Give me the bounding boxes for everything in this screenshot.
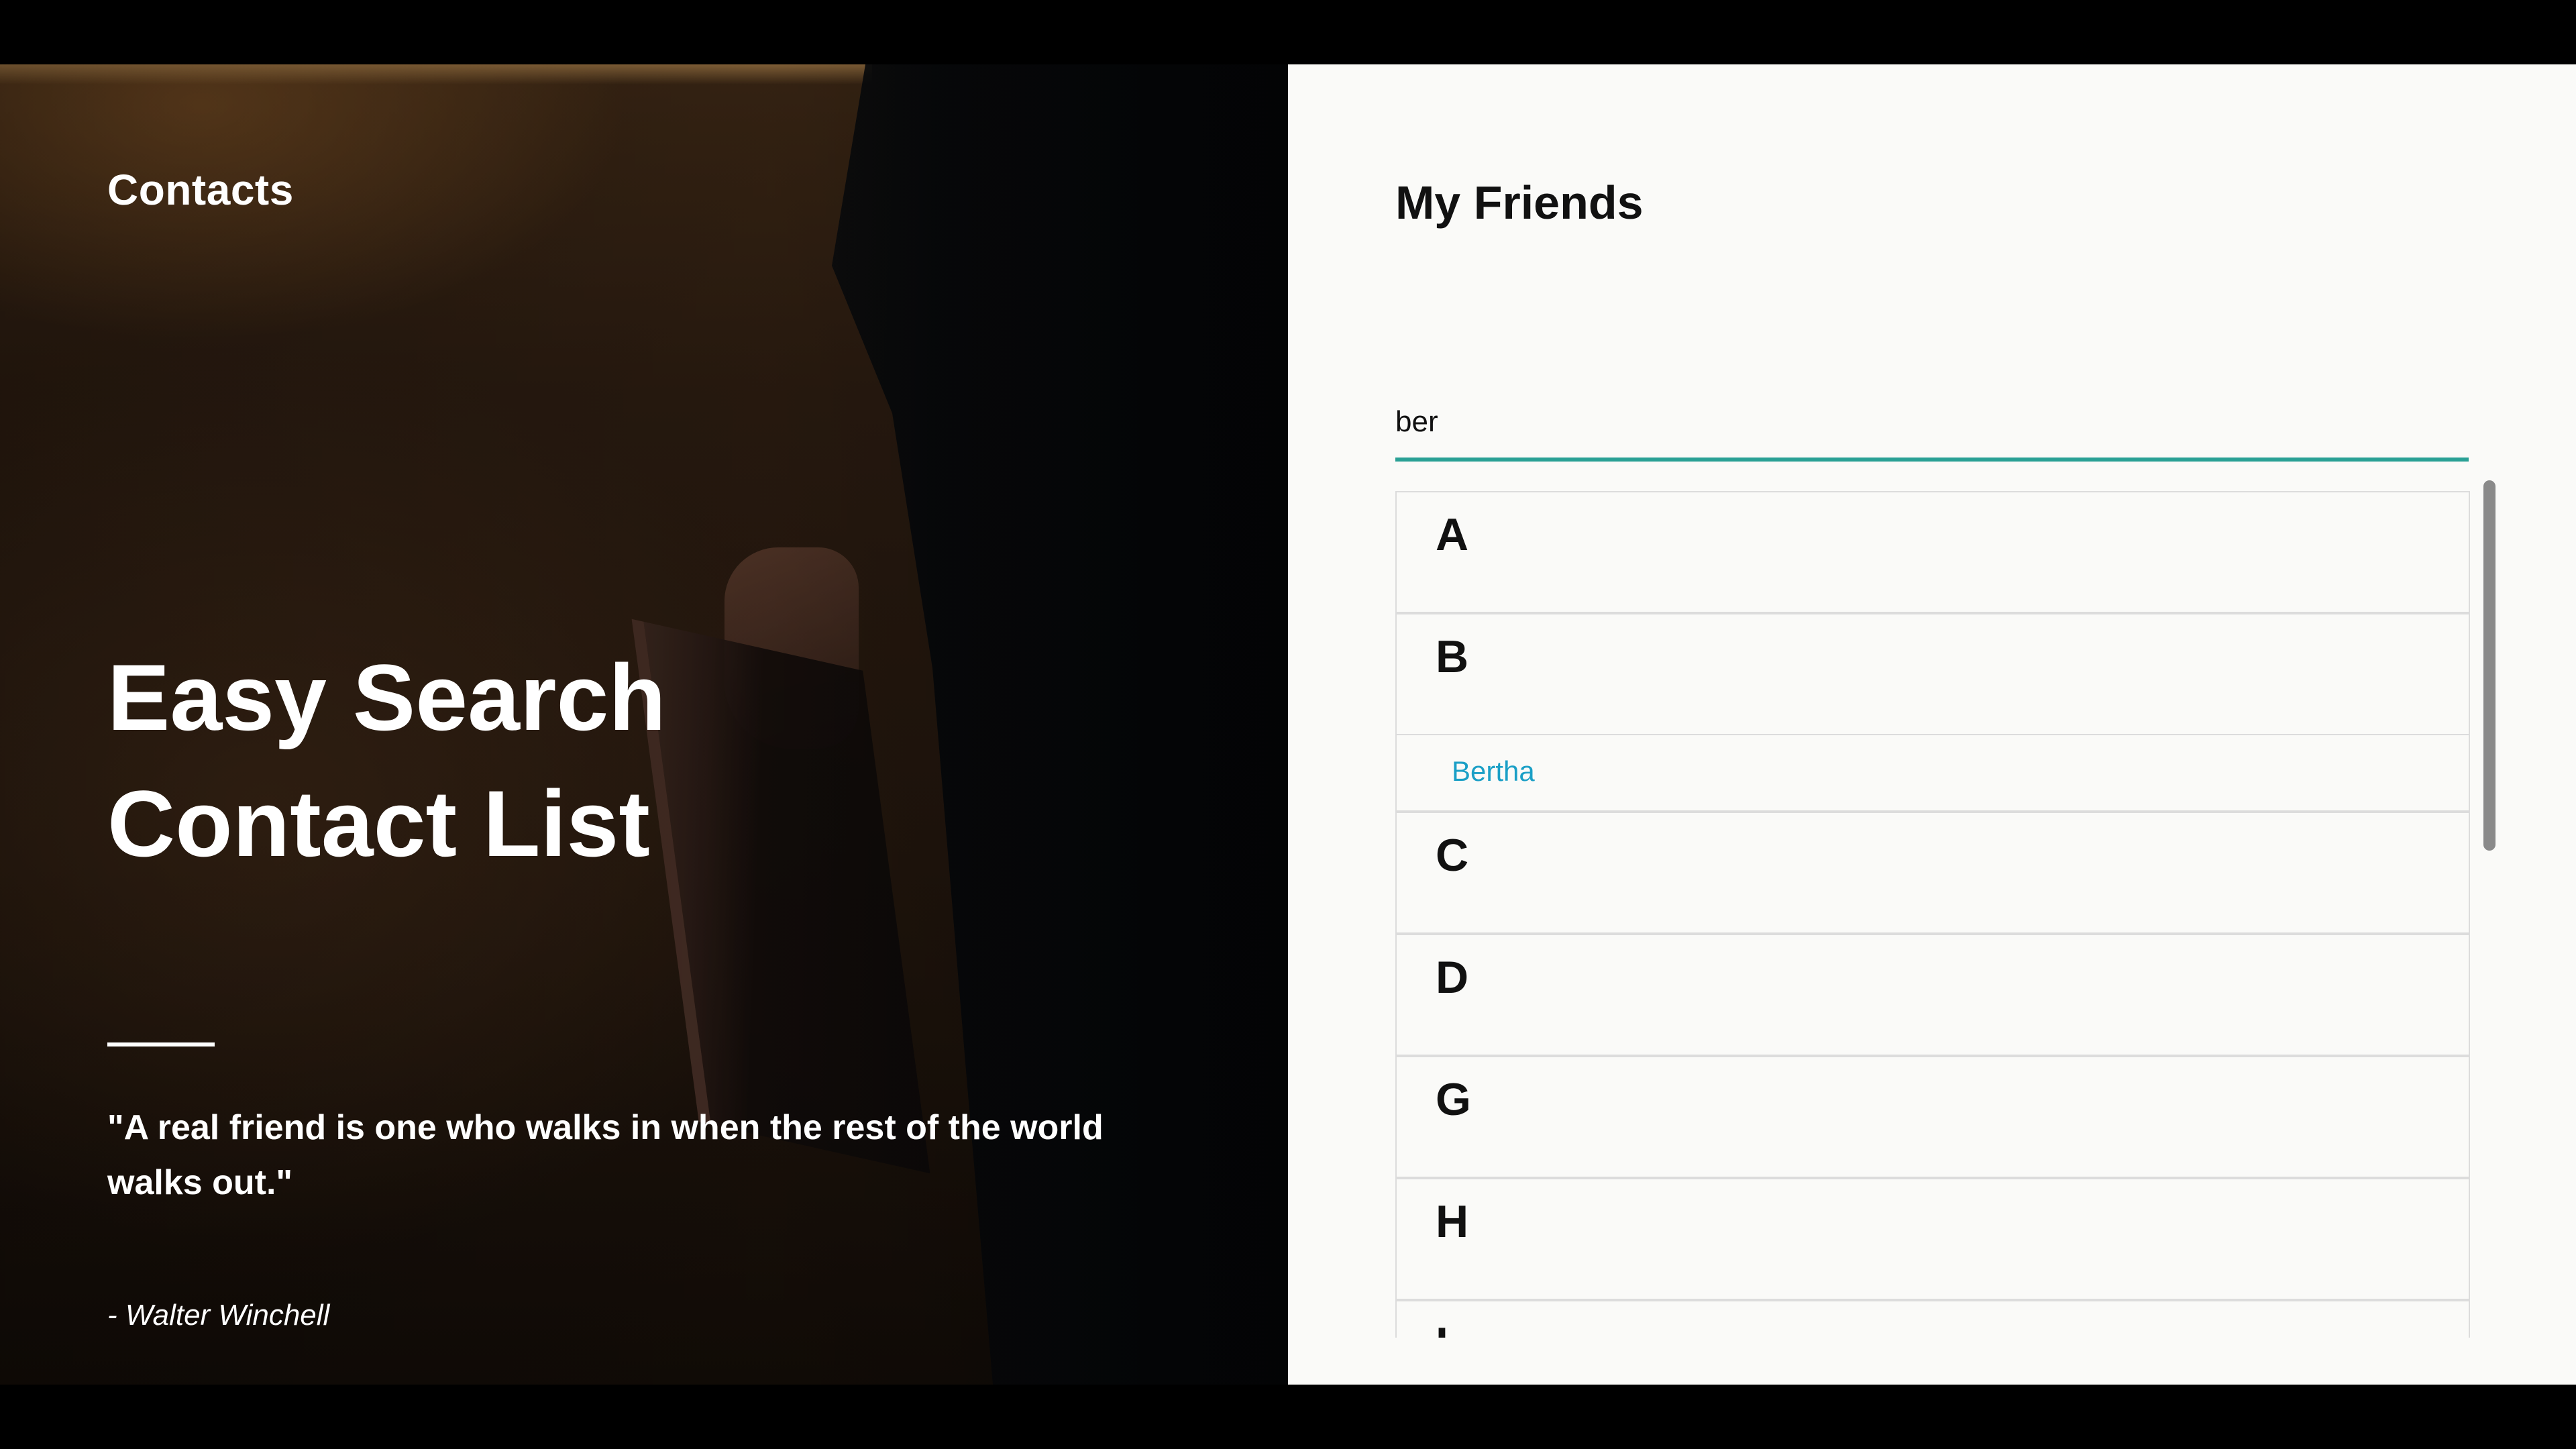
- group-letter-header: G: [1397, 1057, 2469, 1178]
- search-input[interactable]: [1395, 386, 2469, 462]
- quote-divider: [107, 1042, 215, 1046]
- group-letter-header: A: [1397, 492, 2469, 613]
- contact-group: G: [1395, 1056, 2470, 1178]
- hero-headline-line-1: Easy Search: [107, 645, 666, 750]
- quote-author: - Walter Winchell: [107, 1299, 330, 1332]
- contact-item[interactable]: Bertha: [1397, 735, 2469, 812]
- contact-group: D: [1395, 934, 2470, 1056]
- quote-text: "A real friend is one who walks in when …: [107, 1108, 1104, 1202]
- group-letter-header: D: [1397, 935, 2469, 1056]
- contact-group: I: [1395, 1300, 2470, 1338]
- contact-group: H: [1395, 1178, 2470, 1300]
- group-letter-header: C: [1397, 813, 2469, 934]
- group-letter-header: H: [1397, 1179, 2469, 1300]
- app-frame: Contacts Easy Search Contact List "A rea…: [0, 64, 2576, 1385]
- page-title: My Friends: [1395, 176, 1644, 229]
- list-scrollbar[interactable]: [2483, 480, 2496, 851]
- brand-title[interactable]: Contacts: [107, 165, 294, 215]
- friends-panel: My Friends ABBerthaCDGHI: [1288, 64, 2576, 1385]
- hero-panel: Contacts Easy Search Contact List "A rea…: [0, 64, 1288, 1385]
- contact-list[interactable]: ABBerthaCDGHI: [1395, 491, 2470, 1338]
- group-letter-header: B: [1397, 614, 2469, 735]
- hero-headline-line-2: Contact List: [107, 771, 650, 876]
- contact-group: A: [1395, 491, 2470, 613]
- contact-group: C: [1395, 812, 2470, 934]
- hero-headline: Easy Search Contact List: [107, 635, 666, 887]
- group-letter-header: I: [1397, 1301, 2469, 1338]
- contact-group: B Bertha: [1395, 613, 2470, 812]
